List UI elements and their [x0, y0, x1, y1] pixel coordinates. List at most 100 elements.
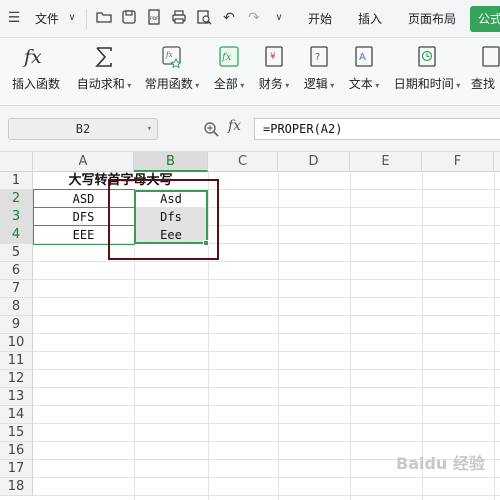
fx-box-icon: fx: [218, 45, 240, 69]
row-header-15[interactable]: 15: [0, 424, 33, 442]
common-functions-button[interactable]: fx 常用函数 ▾: [140, 38, 204, 106]
row-header-18[interactable]: 18: [0, 478, 33, 496]
gridline: [33, 495, 500, 496]
date-time-label: 日期和时间 ▾: [393, 77, 461, 91]
spreadsheet-grid: A B C D E F 1 2 3 4 5 6 7 8 9 10 11 12 1…: [0, 152, 500, 500]
row-header-14[interactable]: 14: [0, 406, 33, 424]
all-functions-button[interactable]: fx 全部 ▾: [208, 38, 250, 106]
row-header-8[interactable]: 8: [0, 298, 33, 316]
text-functions-button[interactable]: A 文本 ▾: [343, 38, 385, 106]
svg-text:fx: fx: [165, 51, 173, 59]
name-box-value: B2: [75, 122, 91, 136]
more-chevron-icon[interactable]: ∨: [269, 8, 289, 28]
row-header-5[interactable]: 5: [0, 244, 33, 262]
row-header-7[interactable]: 7: [0, 280, 33, 298]
gridline: [33, 405, 500, 406]
logical-button[interactable]: ? 逻辑 ▾: [298, 38, 340, 106]
fx-button[interactable]: fx: [228, 118, 241, 134]
row-header-4[interactable]: 4: [0, 226, 33, 244]
row-header-16[interactable]: 16: [0, 442, 33, 460]
tab-insert[interactable]: 插入: [358, 0, 382, 38]
tab-page-layout[interactable]: 页面布局: [408, 0, 456, 38]
row-header-9[interactable]: 9: [0, 316, 33, 334]
print-preview-icon[interactable]: [194, 8, 214, 28]
spreadsheet-app: ☰ 文件 ∨ PDF ↶ ↷ ∨ 开始 插入 页面布局 公式 fx 插入函数 自…: [0, 0, 500, 500]
autosum-label: 自动求和 ▾: [76, 77, 132, 91]
svg-text:A: A: [359, 52, 366, 63]
column-header-f[interactable]: F: [422, 152, 494, 172]
insert-function-label: 插入函数: [11, 77, 60, 91]
clock-book-icon: [416, 45, 438, 69]
gridline: [33, 261, 500, 262]
name-box[interactable]: B2 ▾: [8, 118, 158, 140]
gridline: [278, 172, 279, 500]
gridline: [350, 172, 351, 500]
gridline: [33, 297, 500, 298]
date-time-button[interactable]: 日期和时间 ▾: [390, 38, 464, 106]
row-header-3[interactable]: 3: [0, 208, 33, 226]
column-header-c[interactable]: C: [208, 152, 278, 172]
all-functions-label: 全部 ▾: [213, 77, 245, 91]
gridline: [33, 423, 500, 424]
selected-range-border: [134, 190, 208, 244]
row-header-1[interactable]: 1: [0, 172, 33, 190]
common-functions-label: 常用函数 ▾: [144, 77, 200, 91]
formula-bar: B2 ▾ fx =PROPER(A2): [0, 106, 500, 152]
column-header-g[interactable]: [494, 152, 500, 172]
row-header-17[interactable]: 17: [0, 460, 33, 478]
select-all-corner[interactable]: [0, 152, 33, 172]
column-header-e[interactable]: E: [350, 152, 422, 172]
open-folder-icon[interactable]: [94, 8, 114, 28]
row-header-6[interactable]: 6: [0, 262, 33, 280]
gridline: [33, 279, 500, 280]
lookup-book-icon: [480, 45, 500, 69]
row-header-11[interactable]: 11: [0, 352, 33, 370]
svg-text:¥: ¥: [270, 52, 276, 62]
column-header-d[interactable]: D: [278, 152, 350, 172]
gridline: [33, 315, 500, 316]
star-function-icon: fx: [161, 45, 183, 69]
name-box-dropdown-icon[interactable]: ▾: [147, 119, 152, 139]
autosum-button[interactable]: 自动求和 ▾: [72, 38, 136, 106]
zoom-search-icon[interactable]: [203, 121, 219, 137]
save-icon[interactable]: [119, 8, 139, 28]
chevron-down-icon[interactable]: ∨: [62, 8, 82, 28]
fill-handle[interactable]: [203, 240, 209, 246]
gridline: [33, 351, 500, 352]
lookup-label: 查找: [471, 77, 496, 91]
svg-text:fx: fx: [221, 52, 232, 63]
watermark: Baidu 经验: [396, 454, 485, 473]
lookup-button[interactable]: 查找: [471, 38, 500, 106]
yen-book-icon: ¥: [263, 45, 285, 69]
svg-text:PDF: PDF: [150, 16, 159, 22]
row-header-2[interactable]: 2: [0, 190, 33, 208]
row-header-13[interactable]: 13: [0, 388, 33, 406]
file-menu[interactable]: 文件: [35, 0, 59, 38]
tab-formulas[interactable]: 公式: [470, 6, 500, 32]
redo-icon[interactable]: ↷: [244, 8, 264, 28]
ribbon-toolbar: fx 插入函数 自动求和 ▾ fx 常用函数 ▾ fx 全部 ▾ ¥ 财务 ▾ …: [0, 38, 500, 106]
sigma-icon: [93, 45, 115, 69]
row-header-10[interactable]: 10: [0, 334, 33, 352]
formula-input[interactable]: =PROPER(A2): [254, 118, 500, 140]
export-pdf-icon[interactable]: PDF: [144, 8, 164, 28]
hamburger-menu-icon[interactable]: ☰: [4, 8, 24, 28]
tab-home[interactable]: 开始: [308, 0, 332, 38]
column-header-a[interactable]: A: [33, 152, 134, 172]
gridline: [33, 387, 500, 388]
undo-icon[interactable]: ↶: [219, 8, 239, 28]
row-header-12[interactable]: 12: [0, 370, 33, 388]
text-book-icon: A: [353, 45, 375, 69]
svg-text:?: ?: [315, 52, 320, 63]
insert-function-button[interactable]: fx 插入函数: [6, 38, 66, 106]
gridline: [33, 369, 500, 370]
print-icon[interactable]: [169, 8, 189, 28]
menu-bar: ☰ 文件 ∨ PDF ↶ ↷ ∨ 开始 插入 页面布局 公式: [0, 0, 500, 38]
fx-icon: fx: [23, 45, 49, 69]
svg-text:fx: fx: [23, 46, 42, 68]
gridline: [33, 441, 500, 442]
financial-label: 财务 ▾: [258, 77, 290, 91]
gridline: [33, 477, 500, 478]
column-header-b[interactable]: B: [134, 152, 208, 172]
financial-button[interactable]: ¥ 财务 ▾: [254, 38, 294, 106]
